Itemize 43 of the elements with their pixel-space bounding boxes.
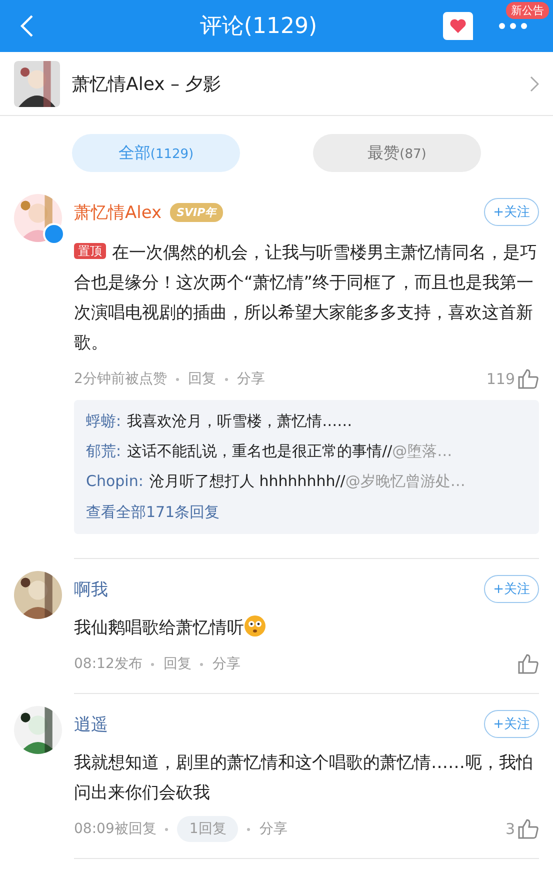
thumbs-up-icon[interactable] bbox=[517, 818, 539, 840]
view-all-replies-link[interactable]: 查看全部171条回复 bbox=[86, 496, 527, 528]
follow-button[interactable]: +关注 bbox=[484, 575, 539, 603]
comment-time: 2分钟前被点赞 bbox=[74, 370, 167, 388]
comment-text: 我仙鹅唱歌给萧忆情听 bbox=[74, 613, 539, 643]
quoted-user[interactable]: @堕落… bbox=[392, 442, 452, 460]
back-icon[interactable] bbox=[20, 14, 34, 38]
thumbs-up-icon[interactable] bbox=[517, 368, 539, 390]
comment-text: 我就想知道，剧里的萧忆情和这个唱歌的萧忆情……呃，我怕问出来你们会砍我 bbox=[74, 752, 534, 805]
reply-author[interactable]: Chopin: bbox=[86, 472, 144, 490]
reply-text: 沧月听了想打人 hhhhhhhh// bbox=[149, 472, 346, 490]
reply-text: 我喜欢沧月，听雪楼，萧忆情…… bbox=[127, 412, 352, 430]
emoji-icon bbox=[244, 615, 266, 637]
pinned-badge: 置顶 bbox=[74, 243, 106, 259]
author-name[interactable]: 啊我 bbox=[74, 578, 108, 600]
song-title[interactable]: 萧忆情Alex – 夕影 bbox=[72, 72, 518, 96]
chevron-right-icon[interactable] bbox=[530, 76, 539, 92]
comment-time: 08:12发布 bbox=[74, 655, 142, 673]
author-name[interactable]: 萧忆情Alex bbox=[74, 200, 162, 224]
vip-badge: SVIP年 bbox=[170, 202, 224, 222]
share-link[interactable]: 分享 bbox=[259, 820, 288, 838]
reply-link[interactable]: 回复 bbox=[188, 370, 216, 388]
reply-author[interactable]: 郁荒: bbox=[86, 442, 122, 460]
follow-button[interactable]: +关注 bbox=[484, 710, 539, 738]
reply-author[interactable]: 蜉蝣: bbox=[86, 412, 122, 430]
reply-link[interactable]: 回复 bbox=[163, 655, 192, 673]
author-name[interactable]: 逍遥 bbox=[74, 712, 108, 736]
filter-tab[interactable]: 全部(1129) bbox=[72, 134, 240, 172]
heart-message-icon[interactable] bbox=[443, 12, 473, 40]
page-title: 评论(1129) bbox=[198, 13, 318, 41]
share-link[interactable]: 分享 bbox=[236, 370, 265, 388]
like-count: 3 bbox=[505, 820, 515, 838]
reply-text: 这话不能乱说，重名也是很正常的事情// bbox=[127, 442, 392, 460]
filter-tab[interactable]: 最赞(87) bbox=[313, 134, 481, 172]
notice-badge: 新公告 bbox=[506, 2, 549, 19]
follow-button[interactable]: +关注 bbox=[484, 198, 539, 226]
share-link[interactable]: 分享 bbox=[212, 655, 240, 673]
like-count: 119 bbox=[486, 370, 515, 388]
quoted-user[interactable]: @岁晚忆曾游处… bbox=[345, 472, 466, 490]
comment-time: 08:09被回复 bbox=[74, 820, 156, 838]
comment-text: $^{置顶}$ 在一次偶然的机会，让我与听雪楼男主萧忆情同名，是巧合也是缘分！这次两个“萧忆情”终于同框了，而且也是我第一次演唱电视剧的插曲，所以希望大家能多多支持，喜欢这首新歌。 bbox=[74, 242, 538, 355]
thumbs-up-icon[interactable] bbox=[517, 653, 539, 675]
reply-link[interactable]: 1回复 bbox=[177, 816, 238, 842]
